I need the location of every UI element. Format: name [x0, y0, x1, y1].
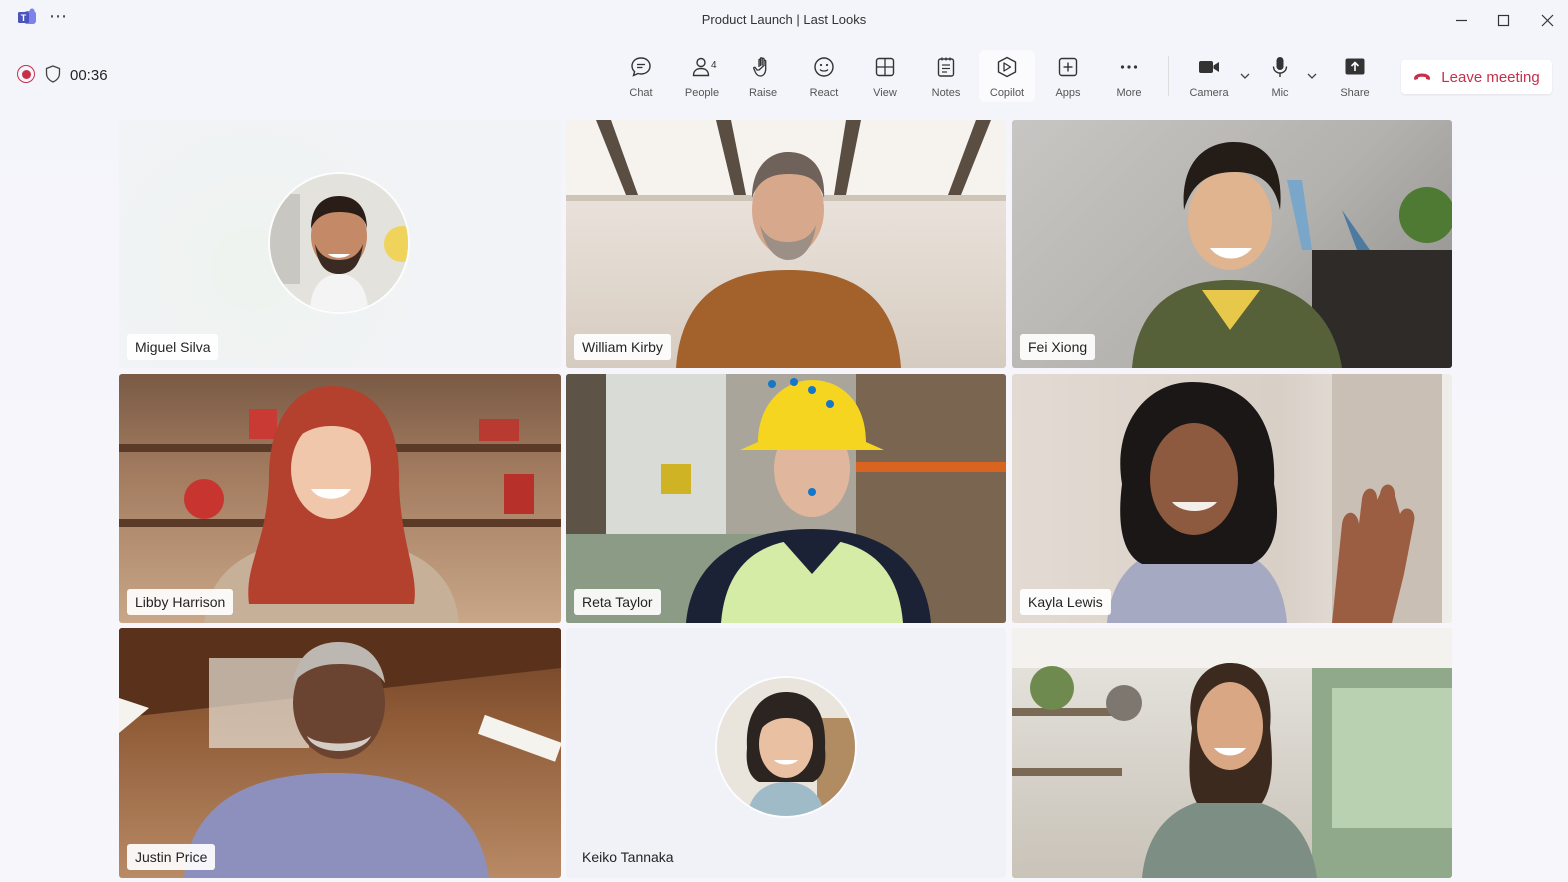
smiley-icon [811, 54, 837, 80]
mic-options-chevron-icon[interactable] [1306, 70, 1318, 82]
notes-label: Notes [931, 87, 961, 99]
raise-label: Raise [748, 87, 778, 99]
participant-video-tile[interactable]: Justin Price [119, 628, 561, 878]
people-button[interactable]: 4 People [674, 50, 730, 102]
participant-tile[interactable]: Keiko Tannaka [566, 628, 1006, 878]
video-frame [1107, 374, 1442, 623]
video-frame [566, 120, 1006, 368]
copilot-icon [994, 54, 1020, 80]
apps-label: Apps [1055, 87, 1081, 99]
leave-meeting-button[interactable]: Leave meeting [1401, 60, 1552, 94]
mic-label: Mic [1271, 87, 1289, 99]
participant-video-tile[interactable]: William Kirby [566, 120, 1006, 368]
participant-name: Fei Xiong [1020, 334, 1096, 360]
participant-video-tile[interactable]: Libby Harrison [119, 374, 561, 623]
teams-meeting-window: T ⋯ Product Launch | Last Looks 00:36 Ch… [0, 0, 1568, 882]
view-button[interactable]: View [857, 50, 913, 102]
more-label: More [1116, 87, 1142, 99]
maximize-button[interactable] [1492, 10, 1514, 30]
minimize-button[interactable] [1450, 10, 1472, 30]
people-count: 4 [711, 60, 717, 71]
participant-tile[interactable]: Miguel Silva [119, 120, 561, 368]
video-frame [1012, 628, 1452, 878]
notes-icon [933, 54, 959, 80]
raise-hand-button[interactable]: Raise [735, 50, 791, 102]
avatar [270, 174, 408, 312]
close-button[interactable] [1536, 10, 1558, 30]
participant-video-tile[interactable]: Kayla Lewis [1012, 374, 1452, 623]
title-bar: T ⋯ Product Launch | Last Looks [0, 0, 1568, 40]
participant-video-tile[interactable] [1012, 628, 1452, 878]
chat-icon [628, 54, 654, 80]
participant-name: William Kirby [574, 334, 671, 360]
participant-name: Libby Harrison [127, 589, 234, 615]
participant-name: Justin Price [127, 844, 216, 870]
participant-name: Kayla Lewis [1020, 589, 1111, 615]
add-apps-icon [1055, 54, 1081, 80]
share-button[interactable]: Share [1327, 50, 1383, 102]
hand-icon [750, 54, 776, 80]
microphone-icon [1267, 54, 1293, 80]
chat-label: Chat [629, 87, 653, 99]
close-icon [1541, 14, 1553, 26]
maximize-icon [1497, 14, 1509, 26]
react-button[interactable]: React [796, 50, 852, 102]
video-frame [1132, 142, 1452, 368]
shield-icon [45, 65, 61, 83]
hang-up-phone-icon [1414, 73, 1431, 80]
copilot-label: Copilot [989, 87, 1025, 99]
people-icon: 4 [689, 54, 717, 80]
chat-button[interactable]: Chat [613, 50, 669, 102]
participant-video-tile[interactable]: Reta Taylor [566, 374, 1006, 623]
more-dots-icon [1116, 54, 1142, 80]
toolbar-divider [1168, 56, 1169, 96]
video-frame [566, 374, 1006, 623]
share-label: Share [1340, 87, 1370, 99]
participant-video-tile[interactable]: Fei Xiong [1012, 120, 1452, 368]
video-frame [119, 386, 561, 623]
grid-view-icon [872, 54, 898, 80]
copilot-button[interactable]: Copilot [979, 50, 1035, 102]
mic-button[interactable]: Mic [1252, 50, 1308, 102]
recording-icon [17, 65, 35, 83]
camera-options-chevron-icon[interactable] [1239, 70, 1251, 82]
view-label: View [873, 87, 897, 99]
camera-icon [1196, 54, 1222, 80]
apps-button[interactable]: Apps [1040, 50, 1096, 102]
meeting-timer: 00:36 [70, 67, 108, 84]
participant-name: Keiko Tannaka [582, 849, 674, 865]
minimize-icon [1455, 19, 1467, 21]
react-label: React [809, 87, 839, 99]
participant-name: Reta Taylor [574, 589, 661, 615]
notes-button[interactable]: Notes [918, 50, 974, 102]
camera-label: Camera [1189, 87, 1229, 99]
window-title: Product Launch | Last Looks [701, 12, 867, 27]
leave-meeting-label: Leave meeting [1441, 68, 1540, 86]
people-label: People [684, 87, 720, 99]
camera-button[interactable]: Camera [1181, 50, 1237, 102]
avatar [717, 678, 855, 816]
more-button[interactable]: More [1101, 50, 1157, 102]
share-screen-icon [1342, 54, 1368, 80]
video-frame [119, 628, 561, 878]
participant-name: Miguel Silva [127, 334, 219, 360]
